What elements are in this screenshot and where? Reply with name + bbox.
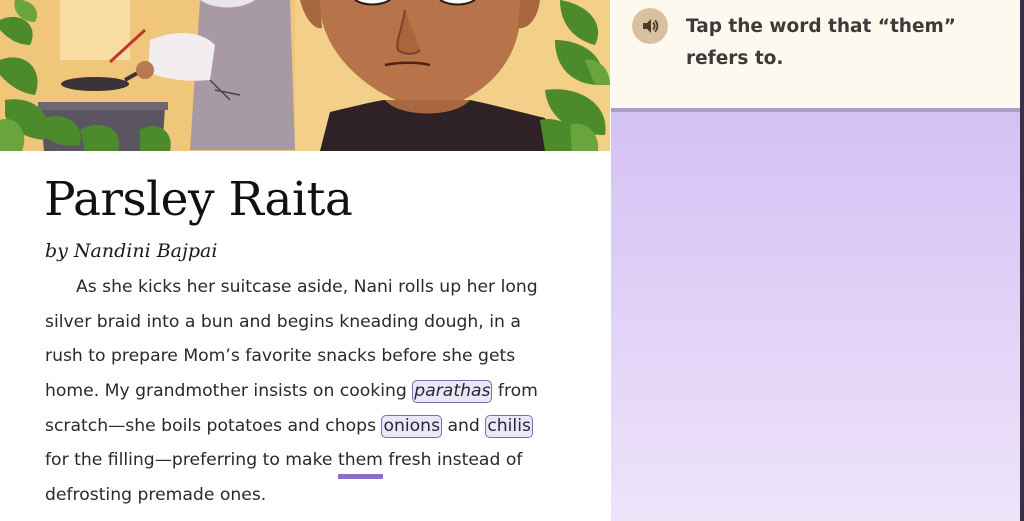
highlighted-word-them: them: [337, 450, 383, 480]
story-body: As she kicks her suitcase aside, Nani ro…: [45, 270, 565, 513]
story-byline: by Nandini Bajpai: [45, 240, 218, 262]
story-text: silver braid into a bun and begins knead…: [45, 311, 521, 332]
story-text: fresh instead of: [382, 450, 523, 471]
window-edge: [1020, 0, 1024, 521]
story-text: for the filling—preferring to make: [45, 450, 338, 471]
word-choice-chilis[interactable]: chilis: [485, 414, 533, 438]
story-text: As she kicks her suitcase aside, Nani ro…: [76, 277, 538, 297]
story-text: rush to prepare Mom’s favorite snacks be…: [45, 346, 516, 367]
task-prompt: Tap the word that “them” refers to.: [686, 16, 956, 69]
story-line: rush to prepare Mom’s favorite snacks be…: [45, 339, 565, 374]
story-line: for the filling—preferring to make them …: [45, 443, 565, 480]
speaker-icon: [643, 19, 659, 33]
story-text: scratch—she boils potatoes and chops: [45, 415, 382, 436]
story-line: defrosting premade ones.: [45, 478, 565, 513]
prompt-card: Tap the word that “them” refers to.: [611, 0, 1024, 112]
story-text: from: [492, 381, 538, 402]
story-pane: Parsley Raita by Nandini Bajpai As she k…: [0, 0, 611, 521]
illustration-image: [0, 0, 610, 151]
story-illustration: [0, 0, 610, 151]
task-pane: Tap the word that “them” refers to.: [611, 0, 1024, 521]
story-line: scratch—she boils potatoes and chops oni…: [45, 409, 565, 444]
story-text: and: [442, 415, 486, 436]
word-choice-parathas[interactable]: parathas: [412, 380, 493, 404]
word-choice-onions[interactable]: onions: [381, 414, 443, 438]
story-text: home. My grandmother insists on cooking: [45, 381, 413, 402]
audio-button[interactable]: [632, 8, 668, 44]
story-line: home. My grandmother insists on cooking …: [45, 374, 565, 409]
story-line: As she kicks her suitcase aside, Nani ro…: [45, 270, 565, 305]
story-title: Parsley Raita: [44, 172, 353, 227]
story-line: silver braid into a bun and begins knead…: [45, 305, 565, 340]
story-text: defrosting premade ones.: [45, 485, 267, 506]
